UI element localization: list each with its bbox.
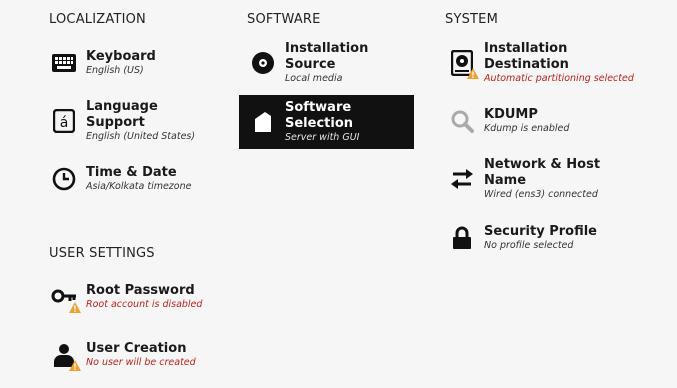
keyboard-icon [50, 49, 78, 77]
spoke-install-dest-title: Installation Destination [484, 41, 569, 72]
spoke-time-status: Asia/Kolkata timezone [86, 181, 192, 192]
spoke-software-selection-title: Software Selection [285, 100, 354, 131]
spoke-network-status: Wired (ens3) connected [484, 189, 598, 200]
spoke-root-password-title: Root Password [86, 283, 195, 298]
spoke-language-title: Language Support [86, 99, 158, 130]
package-icon [249, 108, 277, 136]
svg-text:á: á [60, 115, 69, 131]
spoke-keyboard-title: Keyboard [86, 49, 156, 64]
section-system: SYSTEM [445, 12, 499, 27]
spoke-install-source-status: Local media [285, 73, 343, 84]
installation-summary: LOCALIZATION SOFTWARE SYSTEM USER SETTIN… [0, 0, 677, 388]
spoke-installation-destination[interactable]: Installation Destination Automatic parti… [438, 36, 638, 90]
spoke-network-title: Network & Host Name [484, 157, 601, 188]
spoke-kdump-status: Kdump is enabled [484, 123, 570, 134]
spoke-keyboard[interactable]: Keyboard English (US) [40, 36, 220, 90]
warning-badge-icon [69, 360, 81, 371]
spoke-user-creation-title: User Creation [86, 341, 187, 356]
spoke-user-creation[interactable]: User Creation No user will be created [40, 328, 220, 382]
network-arrows-icon [448, 165, 476, 193]
section-localization: LOCALIZATION [49, 12, 146, 27]
warning-badge-icon [69, 302, 81, 313]
spoke-software-selection[interactable]: Software Selection Server with GUI [239, 95, 414, 149]
spoke-root-password[interactable]: Root Password Root account is disabled [40, 270, 220, 324]
clock-icon [50, 165, 78, 193]
spoke-kdump-title: KDUMP [484, 107, 538, 122]
key-icon [50, 283, 81, 313]
disc-icon [249, 49, 277, 77]
spoke-user-creation-status: No user will be created [86, 357, 196, 368]
search-icon [448, 107, 476, 135]
section-software: SOFTWARE [247, 12, 321, 27]
warning-badge-icon [467, 68, 479, 79]
section-user-settings: USER SETTINGS [49, 246, 155, 261]
spoke-language-support[interactable]: á Language Support English (United State… [40, 94, 220, 148]
user-icon [50, 341, 81, 371]
spoke-software-selection-status: Server with GUI [285, 132, 360, 143]
spoke-security-title: Security Profile [484, 224, 598, 239]
harddisk-icon [448, 49, 479, 79]
spoke-security-status: No profile selected [484, 240, 574, 251]
language-icon: á [50, 107, 78, 135]
spoke-security-profile[interactable]: Security Profile No profile selected [438, 211, 638, 265]
spoke-network-hostname[interactable]: Network & Host Name Wired (ens3) connect… [438, 152, 638, 206]
spoke-time-title: Time & Date [86, 165, 177, 180]
spoke-install-source-title: Installation Source [285, 41, 369, 72]
spoke-language-status: English (United States) [86, 131, 196, 142]
spoke-install-dest-status: Automatic partitioning selected [484, 73, 634, 84]
lock-icon [448, 224, 476, 252]
spoke-keyboard-status: English (US) [86, 65, 144, 76]
spoke-time-date[interactable]: Time & Date Asia/Kolkata timezone [40, 152, 220, 206]
spoke-installation-source[interactable]: Installation Source Local media [239, 36, 414, 90]
spoke-root-password-status: Root account is disabled [86, 299, 203, 310]
spoke-kdump[interactable]: KDUMP Kdump is enabled [438, 94, 638, 148]
